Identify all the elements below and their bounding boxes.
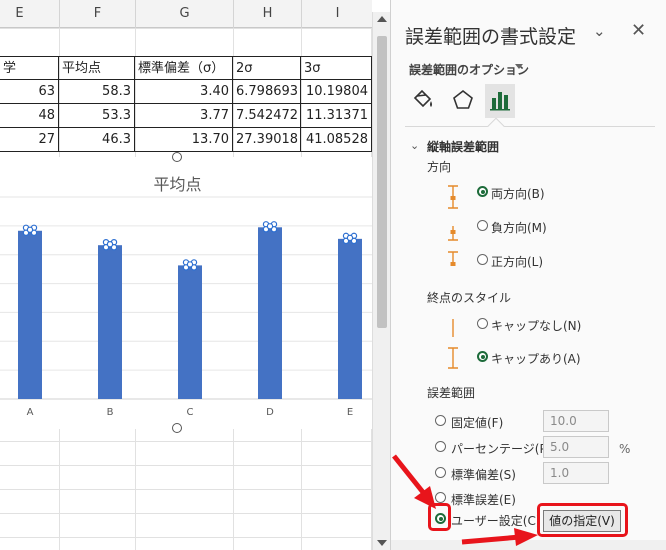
table-cell[interactable]: 53.3: [59, 104, 135, 128]
direction-label: 方向: [427, 160, 452, 174]
column-headers: E F G H I: [0, 0, 372, 28]
table-cell[interactable]: 6.798693: [233, 80, 301, 104]
chart-category-label: D: [266, 407, 274, 418]
scroll-up-arrow-icon[interactable]: [377, 16, 387, 22]
error-amount-label: 誤差範囲: [427, 386, 476, 400]
minus-direction-icon: [448, 226, 458, 241]
table-cell[interactable]: 11.31371: [301, 104, 372, 128]
radio-label-percentage[interactable]: パーセンテージ(P): [451, 440, 551, 457]
cap-icon: [448, 347, 458, 369]
radio-label-cap[interactable]: キャップあり(A): [491, 350, 581, 367]
close-icon[interactable]: ✕: [631, 20, 646, 41]
table-cell[interactable]: 41.08528: [301, 128, 372, 152]
series-options-bar-chart-tab-icon[interactable]: [487, 86, 515, 114]
radio-label-plus-direction[interactable]: 正方向(L): [491, 253, 543, 270]
options-dropdown-caret-icon[interactable]: [515, 64, 523, 69]
fixed-value-input[interactable]: 10.0: [543, 410, 609, 432]
table-cell[interactable]: 58.3: [59, 80, 135, 104]
chart-bar[interactable]: [338, 238, 362, 399]
radio-no-cap[interactable]: [477, 318, 488, 329]
chart-category-label: E: [347, 407, 353, 418]
scrollbar-thumb[interactable]: [377, 36, 387, 328]
table-header-cell[interactable]: 学: [0, 56, 59, 80]
radio-label-standard-deviation[interactable]: 標準偏差(S): [451, 466, 516, 483]
chart-bar[interactable]: [258, 227, 282, 399]
table-cell[interactable]: 48: [0, 104, 59, 128]
table-cell[interactable]: 63: [0, 80, 59, 104]
radio-plus-direction[interactable]: [477, 254, 488, 265]
chart-category-label: A: [27, 407, 34, 418]
radio-label-standard-error[interactable]: 標準誤差(E): [451, 491, 516, 508]
radio-label-both-directions[interactable]: 両方向(B): [491, 185, 545, 202]
pane-menu-chevron-icon[interactable]: ⌄: [593, 22, 606, 40]
radio-fixed-value[interactable]: [435, 415, 446, 426]
radio-label-no-cap[interactable]: キャップなし(N): [491, 317, 581, 334]
radio-standard-error[interactable]: [435, 492, 446, 503]
table-cell[interactable]: 46.3: [59, 128, 135, 152]
table-cell[interactable]: 3.40: [135, 80, 233, 104]
table-header-cell[interactable]: 標準偏差（σ）: [135, 56, 233, 80]
radio-standard-deviation[interactable]: [435, 467, 446, 478]
column-header-f[interactable]: F: [60, 0, 136, 28]
radio-both-directions[interactable]: [477, 186, 488, 197]
column-header-g[interactable]: G: [136, 0, 234, 28]
table-cell[interactable]: 27.39018: [233, 128, 301, 152]
spreadsheet: E F G H I 学 平均点 標準偏差（σ） 2σ 3σ 63 58.3 3.…: [0, 0, 372, 550]
options-label[interactable]: 誤差範囲のオプション: [409, 61, 529, 78]
percentage-input[interactable]: 5.0: [543, 436, 609, 458]
sheet-vertical-scrollbar[interactable]: [372, 12, 390, 550]
effects-pentagon-tab-icon[interactable]: [449, 86, 477, 114]
scroll-down-arrow-icon[interactable]: [377, 540, 387, 546]
chart-category-label: C: [187, 407, 194, 418]
radio-percentage[interactable]: [435, 441, 446, 452]
table-cell[interactable]: 13.70: [135, 128, 233, 152]
standard-deviation-input[interactable]: 1.0: [543, 462, 609, 484]
radio-label-custom[interactable]: ユーザー設定(C): [451, 512, 541, 529]
percent-sign: %: [619, 442, 631, 456]
chart-resize-handle-bottom[interactable]: [172, 423, 182, 433]
radio-minus-direction[interactable]: [477, 220, 488, 231]
no-cap-icon: [452, 319, 454, 337]
plus-direction-icon: [448, 251, 458, 266]
error-bar-selection-marker[interactable]: [26, 226, 34, 233]
column-header-e[interactable]: E: [0, 0, 60, 28]
both-directions-icon: [448, 185, 458, 209]
column-header-i[interactable]: I: [302, 0, 372, 28]
annotation-highlight-custom-radio: [428, 503, 451, 531]
bar-chart[interactable]: A B C D E: [0, 157, 372, 429]
chart-area[interactable]: 平均点 ABCDE: [0, 157, 372, 429]
pane-divider: [405, 126, 655, 127]
table-cell[interactable]: 7.542472: [233, 104, 301, 128]
error-bar-selection-marker[interactable]: [106, 240, 114, 248]
chart-category-label: B: [107, 407, 114, 418]
format-error-bars-pane: 誤差範囲の書式設定 ⌄ ✕ 誤差範囲のオプション ⌄ 縦軸誤差範囲 方向 両方向…: [390, 0, 666, 550]
table-cell[interactable]: 27: [0, 128, 59, 152]
chart-resize-handle-top[interactable]: [172, 152, 182, 162]
annotation-highlight-value-button: [537, 503, 628, 537]
radio-cap[interactable]: [477, 351, 488, 362]
table-header-cell[interactable]: 平均点: [59, 56, 135, 80]
error-bar-selection-marker[interactable]: [346, 234, 354, 242]
chart-bar[interactable]: [98, 245, 122, 399]
chart-bar[interactable]: [18, 230, 42, 399]
radio-label-minus-direction[interactable]: 負方向(M): [491, 219, 547, 236]
table-cell[interactable]: 3.77: [135, 104, 233, 128]
table-header-cell[interactable]: 2σ: [233, 56, 301, 80]
fill-line-tab-icon[interactable]: [409, 86, 437, 114]
section-header-vertical-error-bars[interactable]: 縦軸誤差範囲: [427, 138, 499, 155]
error-bar-selection-marker[interactable]: [266, 223, 274, 230]
pane-title: 誤差範囲の書式設定: [405, 26, 577, 48]
radio-label-fixed-value[interactable]: 固定値(F): [451, 414, 503, 431]
pane-horizontal-scrollbar[interactable]: [391, 540, 666, 550]
table-header-cell[interactable]: 3σ: [301, 56, 372, 80]
end-style-label: 終点のスタイル: [427, 291, 512, 305]
error-bar-selection-marker[interactable]: [186, 261, 194, 268]
pane-divider-notch: [487, 117, 505, 135]
table-cell[interactable]: 10.19804: [301, 80, 372, 104]
section-collapse-chevron-icon[interactable]: ⌄: [410, 139, 419, 152]
chart-bar[interactable]: [178, 265, 202, 399]
column-header-h[interactable]: H: [234, 0, 302, 28]
